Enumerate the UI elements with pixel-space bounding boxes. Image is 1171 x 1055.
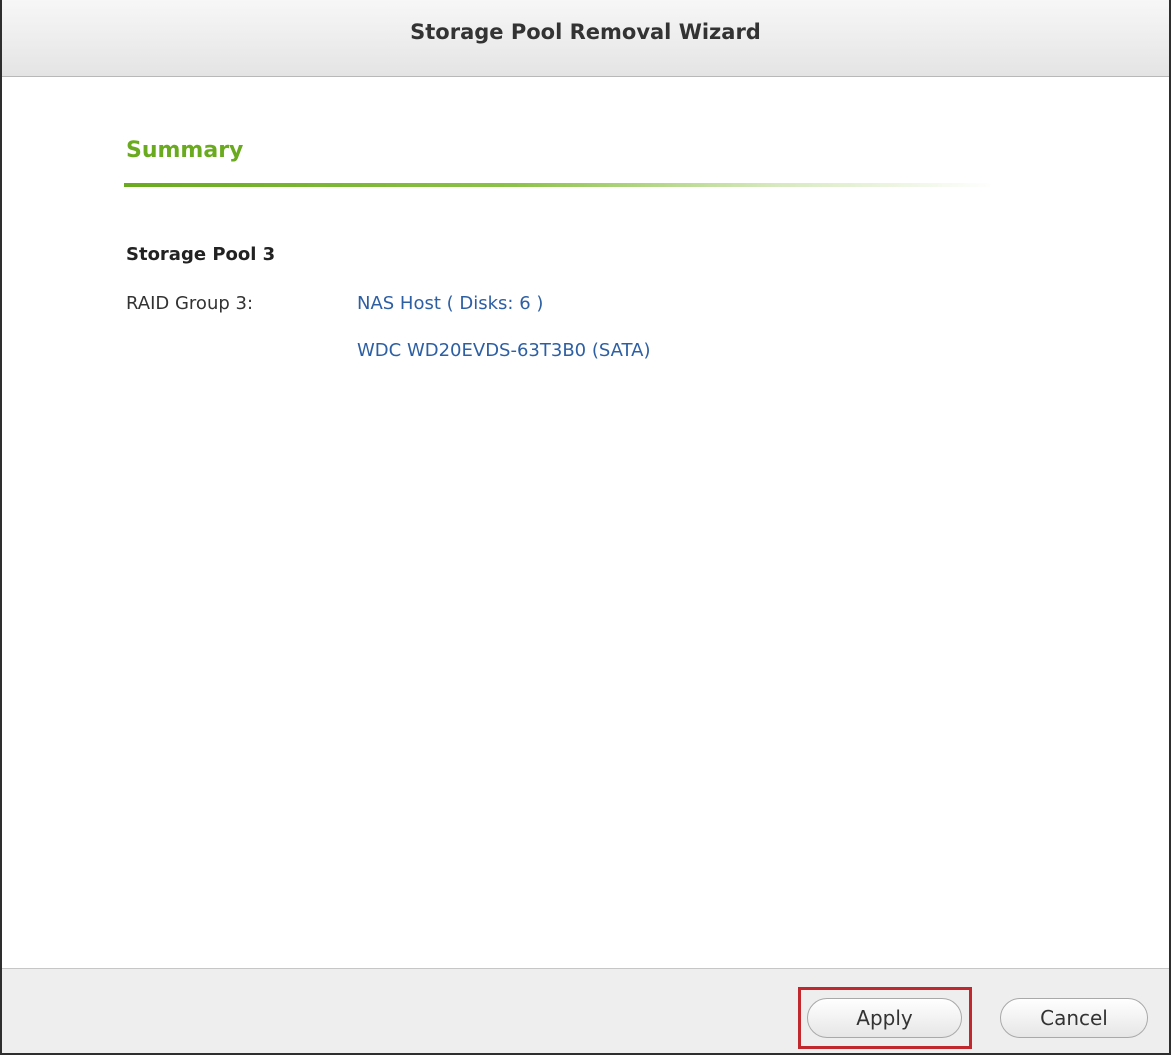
section-heading: Summary [126, 138, 244, 163]
raid-group-label: RAID Group 3: [126, 293, 254, 314]
raid-disk-value: WDC WD20EVDS-63T3B0 (SATA) [357, 340, 651, 361]
storage-pool-name: Storage Pool 3 [126, 244, 276, 265]
dialog-titlebar[interactable]: Storage Pool Removal Wizard [2, 0, 1169, 77]
section-divider [124, 183, 994, 187]
cancel-button[interactable]: Cancel [1000, 998, 1148, 1038]
dialog-footer: Apply Cancel [2, 968, 1169, 1053]
wizard-dialog: Storage Pool Removal Wizard Summary Stor… [0, 0, 1171, 1055]
raid-host-value: NAS Host ( Disks: 6 ) [357, 293, 544, 314]
summary-panel: Summary Storage Pool 3 RAID Group 3: NAS… [2, 78, 1169, 968]
dialog-title: Storage Pool Removal Wizard [410, 20, 761, 44]
apply-button[interactable]: Apply [807, 998, 962, 1038]
